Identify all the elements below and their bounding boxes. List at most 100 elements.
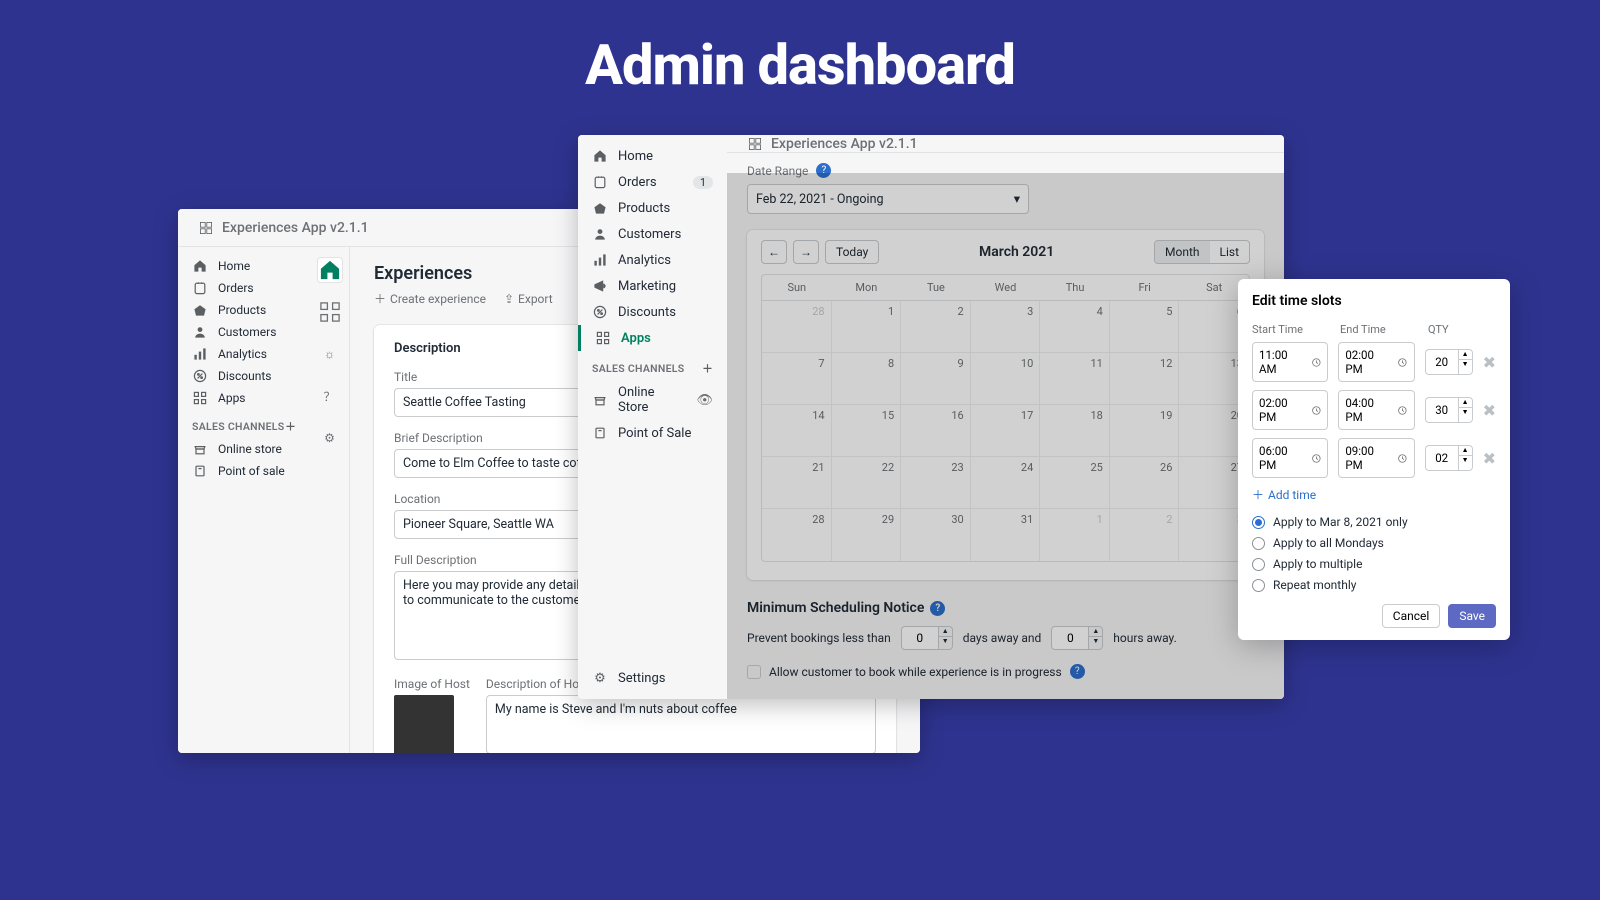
discounts-icon (192, 368, 208, 384)
rail-help-icon[interactable]: ？ (317, 383, 343, 409)
save-button[interactable]: Save (1448, 604, 1496, 628)
sidebar-item-products[interactable]: Products (578, 195, 727, 221)
modal-overlay (727, 173, 1284, 699)
qty-stepper[interactable]: ▲▼ (1459, 349, 1473, 375)
export-link[interactable]: ⇪Export (504, 290, 553, 307)
add-channel-icon[interactable]: ＋ (285, 419, 296, 434)
sidebar-item-customers[interactable]: Customers (178, 321, 310, 343)
start-time-header: Start Time (1252, 323, 1330, 336)
sidebar-item-customers[interactable]: Customers (578, 221, 727, 247)
apply-option[interactable]: Repeat monthly (1252, 578, 1496, 592)
modal-title: Edit time slots (1252, 293, 1496, 309)
end-time-input[interactable]: 04:00 PM (1338, 390, 1414, 430)
radio-icon (1252, 516, 1265, 529)
end-time-input[interactable]: 02:00 PM (1338, 342, 1414, 382)
radio-icon (1252, 579, 1265, 592)
sidebar-item-home[interactable]: Home (178, 255, 310, 277)
sidebar-item-point-of-sale[interactable]: Point of sale (178, 460, 310, 482)
qty-header: QTY (1428, 323, 1472, 336)
sidebar-item-marketing[interactable]: Marketing (578, 273, 727, 299)
sidebar-item-online-store[interactable]: Online Store👁 (578, 380, 727, 420)
add-time-button[interactable]: ＋ Add time (1252, 486, 1496, 503)
qty-stepper[interactable]: ▲▼ (1459, 445, 1473, 471)
home-icon (592, 148, 608, 164)
icon-rail: ☼ ？ ⚙ (310, 247, 350, 753)
qty-stepper[interactable]: ▲▼ (1459, 397, 1473, 423)
sidebar-item-discounts[interactable]: Discounts (578, 299, 727, 325)
time-slot-row: 06:00 PM09:00 PM ▲▼ ✖ (1252, 438, 1496, 478)
products-icon (592, 200, 608, 216)
end-time-input[interactable]: 09:00 PM (1338, 438, 1414, 478)
sales-channels-header-b: SALES CHANNELS ＋ (578, 351, 727, 380)
sidebar-item-orders[interactable]: Orders1 (578, 169, 727, 195)
start-time-input[interactable]: 06:00 PM (1252, 438, 1328, 478)
sales-channels-header-a: SALES CHANNELS ＋ (178, 409, 310, 438)
sidebar-b: HomeOrders1ProductsCustomersAnalyticsMar… (578, 135, 727, 699)
sidebar-item-apps[interactable]: Apps (178, 387, 310, 409)
analytics-icon (592, 252, 608, 268)
customers-icon (592, 226, 608, 242)
admin-window-calendar: HomeOrders1ProductsCustomersAnalyticsMar… (578, 135, 1284, 699)
online-store-icon (192, 441, 208, 457)
remove-slot-icon[interactable]: ✖ (1483, 401, 1496, 420)
orders-badge: 1 (693, 176, 713, 189)
host-desc-textarea[interactable]: My name is Steve and I'm nuts about coff… (486, 695, 876, 753)
app-icon (198, 220, 214, 236)
edit-time-slots-modal: Edit time slots Start Time End Time QTY … (1238, 279, 1510, 640)
products-icon (192, 302, 208, 318)
sidebar-item-apps[interactable]: Apps (578, 325, 727, 351)
host-image[interactable] (394, 695, 454, 753)
sidebar-item-analytics[interactable]: Analytics (178, 343, 310, 365)
add-channel-icon-b[interactable]: ＋ (702, 361, 713, 376)
breadcrumb-b: Experiences App v2.1.1 (771, 136, 918, 152)
remove-slot-icon[interactable]: ✖ (1483, 353, 1496, 372)
sidebar-item-home[interactable]: Home (578, 143, 727, 169)
eye-icon[interactable]: 👁 (696, 393, 713, 408)
discounts-icon (592, 304, 608, 320)
start-time-input[interactable]: 11:00 AM (1252, 342, 1328, 382)
plus-icon: ＋ (1252, 486, 1264, 503)
time-slot-row: 02:00 PM04:00 PM ▲▼ ✖ (1252, 390, 1496, 430)
remove-slot-icon[interactable]: ✖ (1483, 449, 1496, 468)
settings-item[interactable]: ⚙ Settings (578, 665, 727, 691)
radio-icon (1252, 537, 1265, 550)
app-icon-b (747, 136, 763, 152)
sidebar-item-products[interactable]: Products (178, 299, 310, 321)
qty-input[interactable] (1425, 349, 1459, 375)
sidebar-item-discounts[interactable]: Discounts (178, 365, 310, 387)
online-store-icon (592, 392, 608, 408)
orders-icon (592, 174, 608, 190)
sidebar-a: HomeOrdersProductsCustomersAnalyticsDisc… (178, 247, 310, 753)
home-icon (192, 258, 208, 274)
analytics-icon (192, 346, 208, 362)
rail-settings-icon[interactable]: ⚙ (317, 425, 343, 451)
customers-icon (192, 324, 208, 340)
point-of-sale-icon (192, 463, 208, 479)
rail-apps-icon[interactable] (317, 299, 343, 325)
apply-option[interactable]: Apply to all Mondays (1252, 536, 1496, 550)
host-img-label: Image of Host (394, 677, 470, 691)
hero-title: Admin dashboard (0, 32, 1600, 98)
rail-home-icon[interactable] (317, 257, 343, 283)
start-time-input[interactable]: 02:00 PM (1252, 390, 1328, 430)
rail-tips-icon[interactable]: ☼ (317, 341, 343, 367)
qty-input[interactable] (1425, 397, 1459, 423)
apps-icon (595, 330, 611, 346)
breadcrumb-a: Experiences App v2.1.1 (222, 220, 369, 236)
time-slot-row: 11:00 AM02:00 PM ▲▼ ✖ (1252, 342, 1496, 382)
sidebar-item-online-store[interactable]: Online store (178, 438, 310, 460)
qty-input[interactable] (1425, 445, 1459, 471)
orders-icon (192, 280, 208, 296)
apply-option[interactable]: Apply to Mar 8, 2021 only (1252, 515, 1496, 529)
cancel-button[interactable]: Cancel (1382, 604, 1441, 628)
sidebar-item-orders[interactable]: Orders (178, 277, 310, 299)
apps-icon (192, 390, 208, 406)
gear-icon: ⚙ (592, 670, 608, 686)
radio-icon (1252, 558, 1265, 571)
sidebar-item-analytics[interactable]: Analytics (578, 247, 727, 273)
create-experience-link[interactable]: ＋Create experience (374, 290, 486, 307)
end-time-header: End Time (1340, 323, 1418, 336)
marketing-icon (592, 278, 608, 294)
apply-option[interactable]: Apply to multiple (1252, 557, 1496, 571)
sidebar-item-point-of-sale[interactable]: Point of Sale (578, 420, 727, 446)
